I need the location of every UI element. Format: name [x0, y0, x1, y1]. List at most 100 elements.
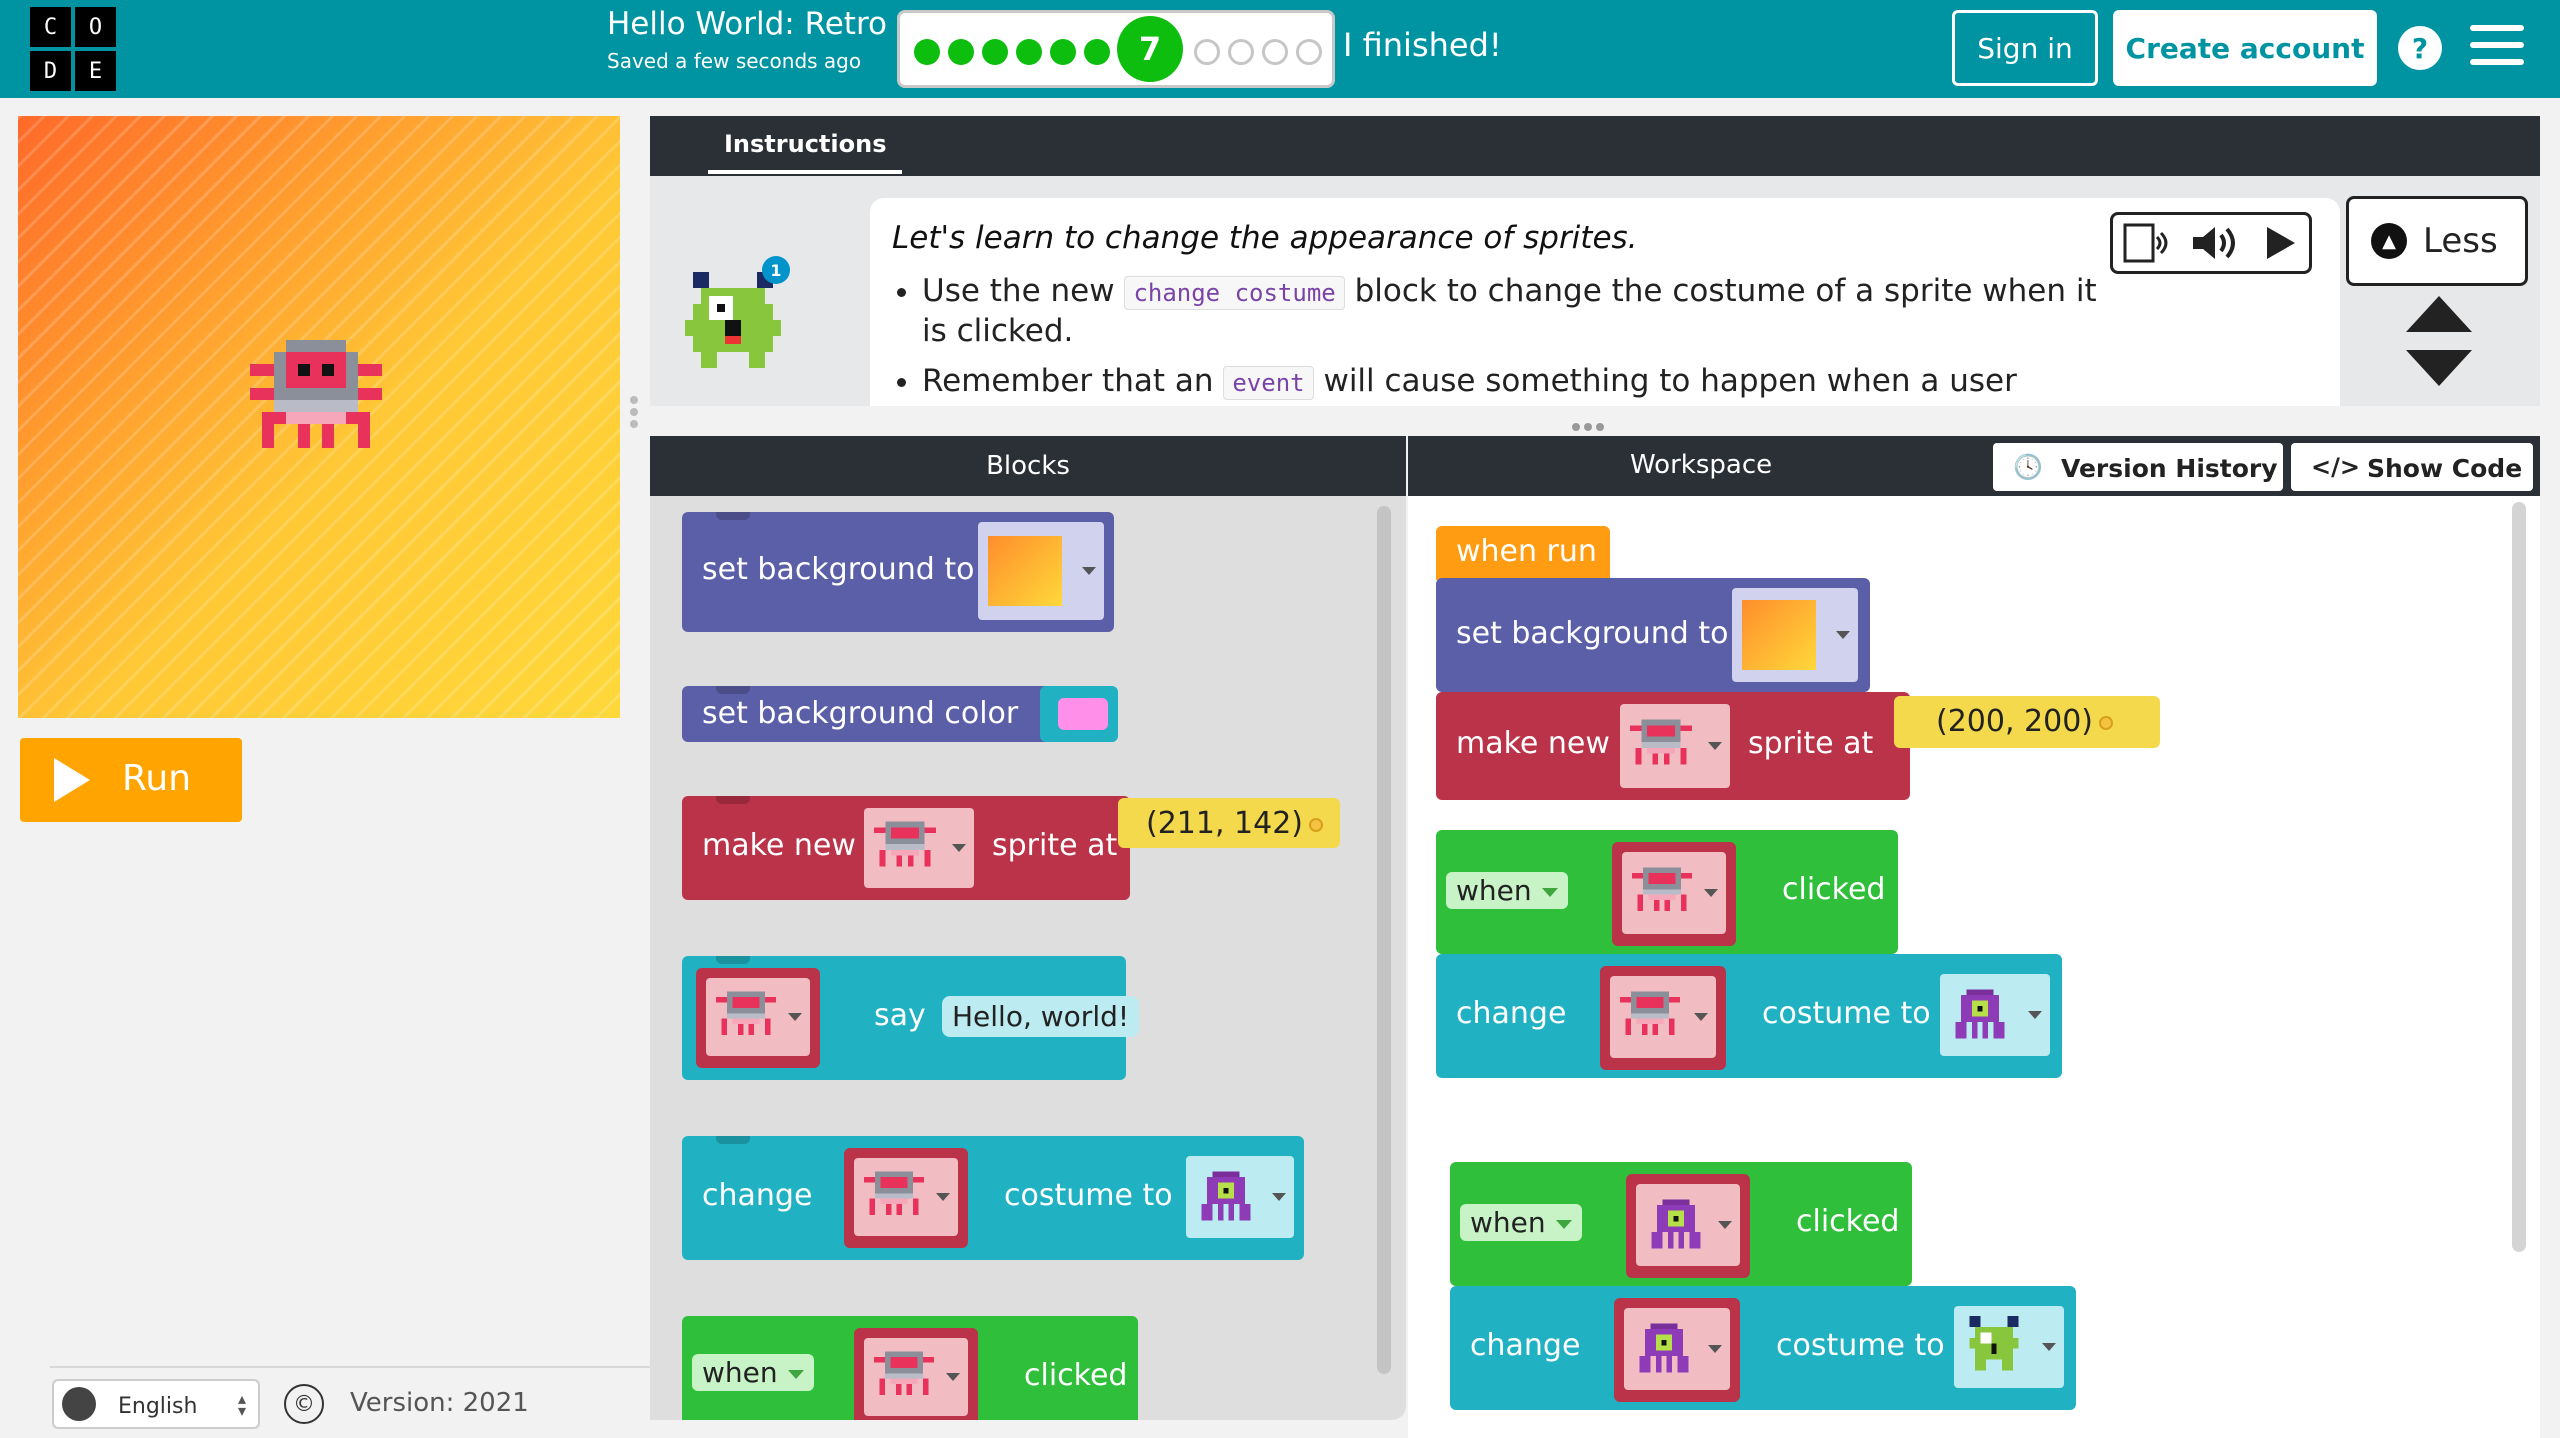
finished-link[interactable]: I finished! [1343, 26, 1502, 64]
sprite-dropdown[interactable] [854, 1158, 958, 1236]
block-set-background-to[interactable]: set background to [1436, 578, 1870, 692]
block-make-new-sprite[interactable]: make new sprite at [682, 796, 1130, 900]
code-org-logo[interactable]: C O D E [30, 7, 116, 91]
sprite-dropdown[interactable] [1620, 704, 1730, 788]
costume-dropdown[interactable] [1940, 974, 2050, 1056]
block-change-costume[interactable]: change costume to [1436, 954, 2062, 1078]
hint-count-badge[interactable]: 1 [762, 256, 790, 284]
workspace-scrollbar[interactable] [2512, 502, 2526, 1252]
block-set-background-to[interactable]: set background to [682, 512, 1114, 632]
level-dot-completed[interactable] [1016, 39, 1042, 65]
when-event-dropdown[interactable]: when [1460, 1204, 1582, 1241]
chevron-down-icon [2042, 1343, 2056, 1351]
block-label: costume to [1776, 1328, 1945, 1363]
color-picker-block[interactable] [1040, 686, 1118, 742]
toolbox-scrollbar[interactable] [1377, 506, 1391, 1374]
level-dot-upcoming[interactable] [1296, 39, 1322, 65]
hamburger-icon[interactable] [2470, 25, 2524, 69]
block-label: clicked [1024, 1358, 1128, 1393]
version-history-label: Version History [2061, 454, 2278, 483]
instruction-text: Remember that an [922, 363, 1214, 399]
block-when-run[interactable]: when run [1436, 526, 1610, 580]
level-dot-completed[interactable] [982, 39, 1008, 65]
sprite-dropdown[interactable] [706, 978, 810, 1056]
play-icon[interactable] [2263, 225, 2299, 261]
block-when-clicked[interactable]: when clicked [682, 1316, 1138, 1420]
version-history-button[interactable]: 🕓 Version History [1993, 443, 2283, 491]
coordinate-block[interactable]: (200, 200) [1894, 696, 2160, 748]
help-icon[interactable]: ? [2398, 26, 2442, 70]
logo-letter: D [30, 51, 71, 91]
robot-sprite-icon [1632, 867, 1692, 912]
code-workspace[interactable]: when run set background to make new spri… [1408, 496, 2540, 1438]
current-level-bubble[interactable]: 7 [1117, 16, 1183, 82]
block-when-clicked[interactable]: when clicked [1436, 830, 1898, 954]
show-code-button[interactable]: </> Show Code [2291, 443, 2533, 491]
background-swatch [1742, 600, 1816, 670]
when-event-dropdown[interactable]: when [692, 1354, 814, 1391]
block-label: change [1470, 1328, 1581, 1363]
language-select[interactable]: English ▴ ▾ [52, 1379, 260, 1429]
clock-icon: 🕓 [2013, 453, 2043, 481]
create-account-button[interactable]: Create account [2113, 10, 2377, 86]
instructions-lead: Let's learn to change the appearance of … [892, 220, 1638, 256]
stage-resize-handle[interactable] [630, 396, 638, 436]
chevron-down-icon [1836, 631, 1850, 639]
sprite-getter-block[interactable] [696, 968, 820, 1068]
sign-in-button[interactable]: Sign in [1952, 10, 2098, 86]
instructions-panel: 1 Let's learn to change the appearance o… [650, 176, 2540, 406]
sprite-dropdown[interactable] [864, 1338, 968, 1416]
sprite-dropdown[interactable] [1624, 1308, 1730, 1390]
block-change-costume[interactable]: change costume to [682, 1136, 1304, 1260]
less-button[interactable]: ▲ Less [2346, 196, 2528, 286]
coordinate-block[interactable]: (211, 142) [1118, 798, 1340, 848]
level-dot-completed[interactable] [948, 39, 974, 65]
copyright-icon[interactable]: © [284, 1384, 324, 1424]
footer-divider [50, 1366, 650, 1368]
background-dropdown[interactable] [978, 522, 1104, 620]
sprite-dropdown[interactable] [864, 808, 974, 888]
level-dot-completed[interactable] [914, 39, 940, 65]
logo-letter: O [75, 7, 116, 47]
sprite-dropdown[interactable] [1610, 976, 1716, 1058]
costume-dropdown[interactable] [1186, 1156, 1294, 1238]
block-set-background-color[interactable]: set background color [682, 686, 1054, 742]
block-sprite-say[interactable]: say Hello, world! [682, 956, 1140, 1080]
sprite-getter-block[interactable] [1614, 1298, 1740, 1402]
sprite-dropdown[interactable] [1622, 852, 1726, 934]
resize-instructions-icon[interactable] [2404, 296, 2474, 386]
text-to-speech-controls [2110, 212, 2312, 274]
level-dot-completed[interactable] [1084, 39, 1110, 65]
sprite-getter-block[interactable] [854, 1328, 978, 1420]
speaker-icon[interactable] [2189, 223, 2241, 263]
robot-sprite[interactable] [250, 340, 406, 496]
alien-avatar-icon[interactable] [685, 272, 789, 384]
sprite-getter-block[interactable] [1612, 842, 1736, 946]
sprite-dropdown[interactable] [1636, 1184, 1740, 1266]
panel-resize-handle[interactable] [1572, 416, 1612, 431]
sprite-getter-block[interactable] [1600, 966, 1726, 1070]
color-swatch[interactable] [1058, 698, 1108, 730]
level-dot-completed[interactable] [1050, 39, 1076, 65]
read-aloud-icon[interactable] [2123, 223, 2171, 263]
tab-instructions[interactable]: Instructions [708, 130, 903, 174]
say-text-field[interactable]: Hello, world! [942, 996, 1140, 1037]
block-make-new-sprite[interactable]: make new sprite at [1436, 692, 1910, 800]
level-dot-upcoming[interactable] [1194, 39, 1220, 65]
purple-monster-icon [1639, 1323, 1689, 1373]
select-arrows-icon: ▴ ▾ [238, 1389, 247, 1420]
level-dot-upcoming[interactable] [1262, 39, 1288, 65]
run-button[interactable]: Run [20, 738, 242, 822]
green-alien-icon [1969, 1316, 2019, 1371]
costume-dropdown[interactable] [1954, 1306, 2064, 1388]
block-label: say [874, 998, 926, 1033]
sprite-getter-block[interactable] [844, 1148, 968, 1248]
block-change-costume[interactable]: change costume to [1450, 1286, 2076, 1410]
game-stage[interactable] [18, 116, 620, 718]
block-when-clicked[interactable]: when clicked [1450, 1162, 1912, 1286]
background-dropdown[interactable] [1732, 588, 1858, 682]
block-label: costume to [1762, 996, 1931, 1031]
when-event-dropdown[interactable]: when [1446, 872, 1568, 909]
sprite-getter-block[interactable] [1626, 1174, 1750, 1278]
level-dot-upcoming[interactable] [1228, 39, 1254, 65]
